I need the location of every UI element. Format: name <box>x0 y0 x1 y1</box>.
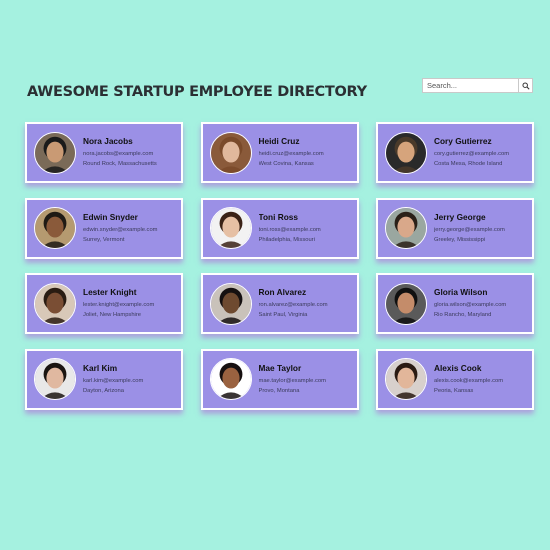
avatar <box>34 131 76 174</box>
employee-card[interactable]: Edwin Snyder edwin.snyder@example.com Su… <box>25 197 183 259</box>
employee-name: Heidi Cruz <box>258 136 300 146</box>
employee-card[interactable]: Alexis Cook alexis.cook@example.com Peor… <box>376 348 534 410</box>
employee-card[interactable]: Mae Taylor mae.taylor@example.com Provo,… <box>200 348 359 410</box>
employee-location: Dayton, Arizona <box>83 387 124 394</box>
employee-location: Provo, Montana <box>258 387 300 394</box>
employee-card[interactable]: Heidi Cruz heidi.cruz@example.com West C… <box>200 122 359 183</box>
employee-info: Ron Alvarez ron.alvarez@example.com Sain… <box>259 287 328 320</box>
employee-email: cory.gutierrez@example.com <box>434 151 510 157</box>
employee-card[interactable]: Nora Jacobs nora.jacobs@example.com Roun… <box>25 122 183 183</box>
page-title: AWESOME STARTUP EMPLOYEE DIRECTORY <box>27 84 367 100</box>
employee-card[interactable]: Ron Alvarez ron.alvarez@example.com Sain… <box>200 273 359 334</box>
employee-name: Ron Alvarez <box>258 287 307 297</box>
employee-email: mae.taylor@example.com <box>258 377 326 384</box>
search-input[interactable] <box>422 78 519 93</box>
employee-email: jerry.george@example.com <box>434 226 505 233</box>
employee-location: Surrey, Vermont <box>83 236 125 243</box>
employee-email: lester.knight@example.com <box>83 302 155 308</box>
avatar <box>385 131 427 174</box>
employee-email: heidi.cruz@example.com <box>258 151 324 157</box>
employee-name: Mae Taylor <box>258 362 302 373</box>
search-button[interactable] <box>519 78 533 93</box>
employee-location: Peoria, Kansas <box>434 387 474 394</box>
employee-name: Lester Knight <box>83 287 137 297</box>
employee-name: Nora Jacobs <box>83 136 133 146</box>
employee-info: Edwin Snyder edwin.snyder@example.com Su… <box>83 212 158 245</box>
employee-name: Karl Kim <box>83 362 118 373</box>
employee-location: Saint Paul, Virginia <box>258 312 308 318</box>
employee-location: Rio Rancho, Maryland <box>434 312 492 318</box>
employee-info: Heidi Cruz heidi.cruz@example.com West C… <box>259 136 324 169</box>
search-icon <box>521 81 530 90</box>
employee-name: Alexis Cook <box>434 362 482 373</box>
employee-name: Toni Ross <box>258 211 299 222</box>
avatar <box>209 358 252 400</box>
employee-info: Gloria Wilson gloria.wilson@example.com … <box>434 287 506 320</box>
employee-email: toni.ross@example.com <box>258 226 321 233</box>
avatar <box>209 131 252 174</box>
avatar <box>385 207 427 249</box>
employee-grid: Nora Jacobs nora.jacobs@example.com Roun… <box>25 122 534 410</box>
avatar <box>34 207 76 249</box>
employee-info: Karl Kim karl.kim@example.com Dayton, Ar… <box>83 363 143 396</box>
employee-info: Nora Jacobs nora.jacobs@example.com Roun… <box>83 136 157 169</box>
employee-email: alexis.cook@example.com <box>434 377 504 384</box>
employee-location: Greeley, Mississippi <box>434 236 486 243</box>
employee-card[interactable]: Karl Kim karl.kim@example.com Dayton, Ar… <box>25 348 183 410</box>
employee-location: Costa Mesa, Rhode Island <box>434 161 503 167</box>
employee-card[interactable]: Jerry George jerry.george@example.com Gr… <box>376 197 534 259</box>
employee-name: Cory Gutierrez <box>434 136 492 146</box>
employee-info: Mae Taylor mae.taylor@example.com Provo,… <box>259 363 326 396</box>
employee-name: Jerry George <box>434 211 486 222</box>
employee-info: Toni Ross toni.ross@example.com Philadel… <box>259 212 321 245</box>
employee-email: edwin.snyder@example.com <box>83 226 158 233</box>
employee-card[interactable]: Lester Knight lester.knight@example.com … <box>25 273 183 334</box>
employee-email: ron.alvarez@example.com <box>258 302 328 308</box>
employee-name: Edwin Snyder <box>83 211 138 222</box>
employee-card[interactable]: Toni Ross toni.ross@example.com Philadel… <box>200 197 359 259</box>
employee-location: Philadelphia, Missouri <box>258 236 315 243</box>
employee-email: gloria.wilson@example.com <box>434 302 507 308</box>
employee-info: Lester Knight lester.knight@example.com … <box>83 287 154 320</box>
employee-email: karl.kim@example.com <box>83 377 144 384</box>
employee-name: Gloria Wilson <box>434 287 488 297</box>
avatar <box>385 282 427 325</box>
employee-location: Joliet, New Hampshire <box>83 312 141 318</box>
employee-email: nora.jacobs@example.com <box>83 151 154 157</box>
employee-card[interactable]: Gloria Wilson gloria.wilson@example.com … <box>376 273 534 334</box>
avatar <box>385 358 427 400</box>
avatar <box>209 207 252 249</box>
employee-info: Alexis Cook alexis.cook@example.com Peor… <box>434 363 503 396</box>
employee-location: Round Rock, Massachusetts <box>83 161 157 167</box>
employee-location: West Covina, Kansas <box>258 161 314 167</box>
avatar <box>34 358 76 400</box>
employee-info: Cory Gutierrez cory.gutierrez@example.co… <box>434 136 509 169</box>
search-form <box>422 78 533 93</box>
employee-info: Jerry George jerry.george@example.com Gr… <box>434 212 505 245</box>
avatar <box>209 282 252 325</box>
employee-card[interactable]: Cory Gutierrez cory.gutierrez@example.co… <box>376 122 534 183</box>
avatar <box>34 282 76 325</box>
